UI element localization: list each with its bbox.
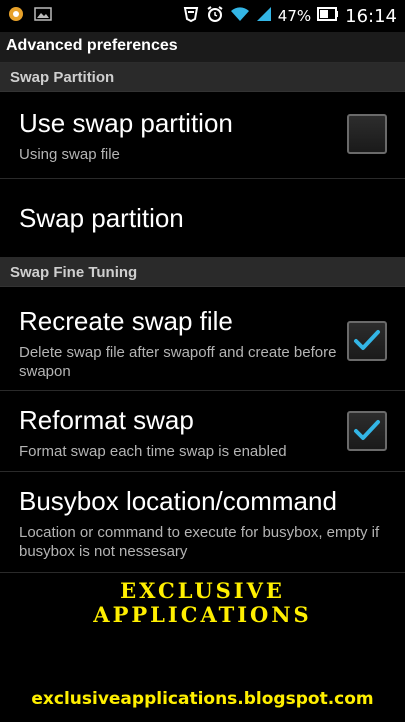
- notification-app-icon: [8, 6, 24, 27]
- recreate-swap-file-checkbox[interactable]: [347, 321, 387, 361]
- category-header-swap-partition: Swap Partition: [0, 63, 405, 92]
- page-title: Advanced preferences: [6, 37, 178, 54]
- pref-summary: Format swap each time swap is enabled: [19, 443, 287, 460]
- checkmark-icon: [354, 330, 380, 350]
- title-bar: Advanced preferences: [0, 32, 405, 63]
- clock: 16:14: [345, 5, 397, 27]
- pref-recreate-swap-file[interactable]: Recreate swap file Delete swap file afte…: [0, 287, 405, 391]
- category-label: Swap Fine Tuning: [10, 264, 138, 281]
- pref-use-swap-partition[interactable]: Use swap partition Using swap file: [0, 92, 405, 179]
- pref-reformat-swap[interactable]: Reformat swap Format swap each time swap…: [0, 391, 405, 472]
- watermark-line1: EXCLUSIVE: [120, 578, 285, 603]
- bug-icon: [182, 5, 200, 28]
- pref-summary: Location or command to execute for busyb…: [19, 524, 380, 560]
- pref-summary: Delete swap file after swapoff and creat…: [19, 344, 337, 380]
- watermark-line2: APPLICATIONS: [93, 602, 312, 627]
- pref-title: Use swap partition: [19, 108, 233, 138]
- alarm-icon: [206, 5, 224, 28]
- gallery-icon: [34, 6, 52, 27]
- signal-icon: [256, 6, 272, 27]
- battery-percent: 47%: [277, 7, 312, 25]
- watermark-blog-url: exclusiveapplications.blogspot.com: [31, 689, 374, 709]
- category-header-swap-fine-tuning: Swap Fine Tuning: [0, 258, 405, 287]
- pref-title: Busybox location/command: [19, 486, 337, 516]
- pref-title: Recreate swap file: [19, 306, 233, 336]
- pref-title: Reformat swap: [19, 405, 194, 435]
- checkmark-icon: [354, 420, 380, 440]
- status-bar: 47% 16:14: [0, 0, 405, 32]
- reformat-swap-checkbox[interactable]: [347, 411, 387, 451]
- pref-title: Swap partition: [19, 203, 184, 233]
- use-swap-partition-checkbox[interactable]: [347, 114, 387, 154]
- battery-icon: [317, 6, 339, 26]
- wifi-icon: [230, 6, 250, 27]
- pref-swap-partition[interactable]: Swap partition: [0, 179, 405, 258]
- category-label: Swap Partition: [10, 69, 115, 86]
- pref-busybox-location[interactable]: Busybox location/command Location or com…: [0, 472, 405, 573]
- pref-summary: Using swap file: [19, 146, 120, 163]
